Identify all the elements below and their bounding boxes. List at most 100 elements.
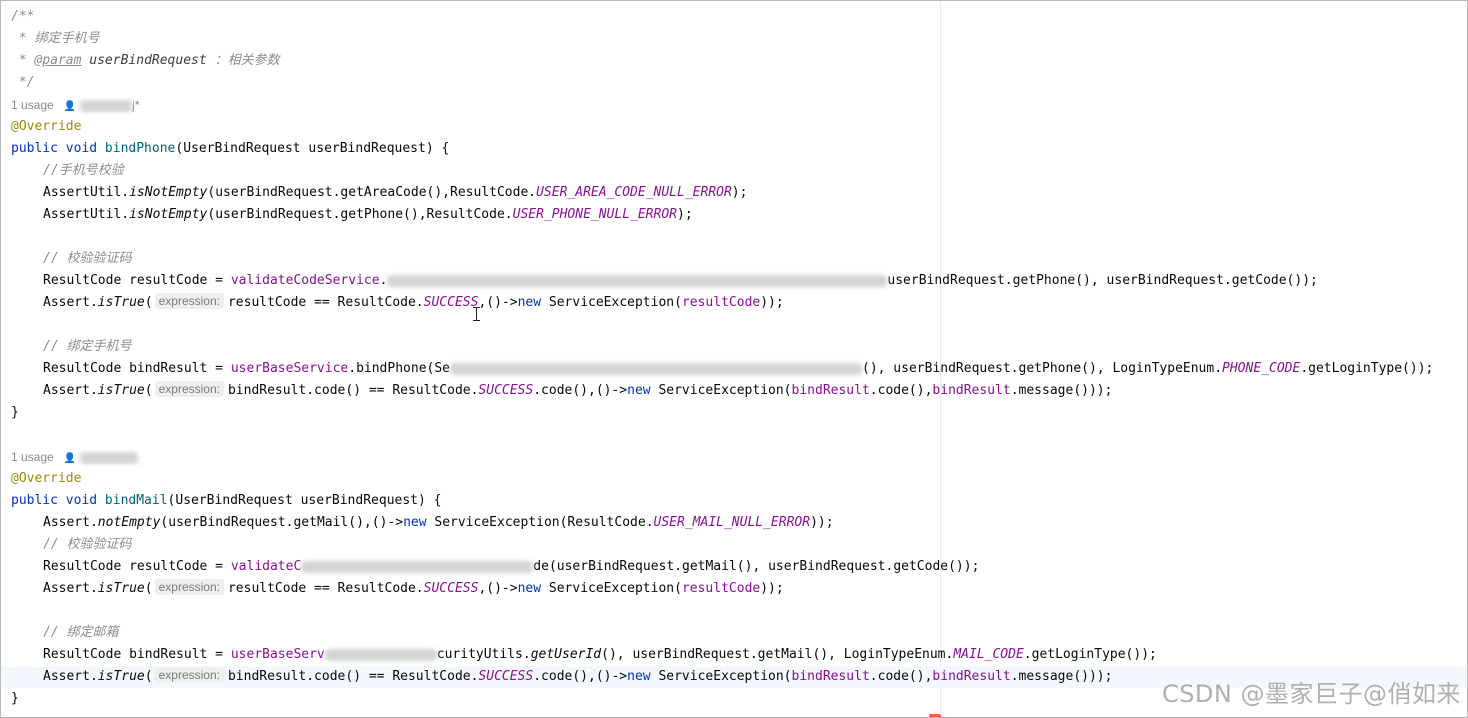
code-line: Assert.isTrue(expression: resultCode == R…	[1, 578, 1467, 600]
usage-count[interactable]: 1 usage	[11, 450, 54, 464]
code-token: (	[144, 669, 153, 684]
code-token: .code(),	[869, 383, 933, 398]
doc-param-desc: ：相关参数	[214, 53, 280, 68]
parameter-hint: expression:	[154, 381, 224, 397]
keyword: new	[517, 295, 542, 310]
keyword: public void	[11, 493, 105, 508]
constant: MAIL_CODE	[953, 647, 1024, 662]
code-line: //手机号校验	[1, 160, 1467, 182]
code-token: .message()));	[1010, 383, 1113, 398]
usage-hint-line[interactable]: 1 usage 👤 j*	[1, 94, 1467, 116]
code-token: ));	[760, 581, 784, 596]
code-line: ResultCode bindResult = userBaseService.…	[1, 358, 1467, 380]
code-token: .getLoginType());	[1300, 361, 1434, 376]
code-token: (	[144, 581, 153, 596]
code-line: }	[1, 402, 1467, 424]
parameter-hint: expression:	[154, 667, 224, 683]
line-comment: // 校验验证码	[43, 251, 132, 266]
code-token: ));	[760, 295, 784, 310]
doc-comment: *	[11, 53, 35, 68]
keyword: new	[403, 515, 427, 530]
variable-ref: resultCode	[681, 581, 761, 596]
signature-params: (UserBindRequest userBindRequest) {	[167, 493, 442, 508]
static-method: isTrue	[97, 581, 145, 596]
code-editor[interactable]: /** * 绑定手机号 * @param userBindRequest ：相关…	[0, 0, 1468, 718]
keyword: new	[627, 383, 651, 398]
static-method: isTrue	[97, 669, 145, 684]
code-line: Assert.notEmpty(userBindRequest.getMail(…	[1, 512, 1467, 534]
code-line: /**	[1, 6, 1467, 28]
code-line: public void bindPhone(UserBindRequest us…	[1, 138, 1467, 160]
static-method: notEmpty	[97, 515, 161, 530]
field-ref: userBaseServ	[230, 647, 325, 662]
doc-param-tag: @param	[34, 53, 82, 68]
code-lines: /** * 绑定手机号 * @param userBindRequest ：相关…	[1, 6, 1467, 710]
code-token: .getLoginType());	[1023, 647, 1157, 662]
code-line: Assert.isTrue(expression: resultCode == R…	[1, 292, 1467, 314]
code-line: AssertUtil.isNotEmpty(userBindRequest.ge…	[1, 182, 1467, 204]
code-line: @Override	[1, 116, 1467, 138]
redacted-code	[324, 648, 437, 661]
constant: USER_AREA_CODE_NULL_ERROR	[536, 185, 732, 200]
code-token: (), userBindRequest.getMail(), LoginType…	[601, 647, 954, 662]
constant: USER_MAIL_NULL_ERROR	[653, 515, 811, 530]
code-token: (	[144, 295, 153, 310]
code-token: );	[731, 185, 748, 200]
method-name[interactable]: bindMail	[105, 493, 168, 508]
line-comment: // 绑定邮箱	[43, 625, 119, 640]
code-token: Assert.	[43, 515, 98, 530]
code-line: public void bindMail(UserBindRequest use…	[1, 490, 1467, 512]
redacted-code	[387, 274, 888, 287]
variable-ref: resultCode	[681, 295, 761, 310]
code-token: (userBindRequest.getAreaCode(),ResultCod…	[207, 185, 537, 200]
parameter-hint: expression:	[154, 579, 224, 595]
usage-hint-line[interactable]: 1 usage 👤	[1, 446, 1467, 468]
constant: PHONE_CODE	[1222, 361, 1301, 376]
code-token: ,()->	[478, 581, 518, 596]
closing-brace: }	[11, 405, 19, 420]
variable-ref: bindResult	[932, 669, 1011, 684]
code-token: Assert.	[43, 581, 98, 596]
code-token: .message()));	[1010, 669, 1113, 684]
method-name[interactable]: bindPhone	[105, 141, 175, 156]
keyword: new	[517, 581, 542, 596]
code-line: // 校验验证码	[1, 248, 1467, 270]
code-line: // 校验验证码	[1, 534, 1467, 556]
code-line: // 绑定邮箱	[1, 622, 1467, 644]
code-token: ,()->	[478, 295, 518, 310]
code-token: de(userBindRequest.getMail(), userBindRe…	[533, 559, 980, 574]
doc-comment: * 绑定手机号	[11, 31, 100, 46]
code-token: (userBindRequest.getPhone(),ResultCode.	[207, 207, 513, 222]
field-ref: validateCodeService	[230, 273, 380, 288]
code-token: ServiceException(	[541, 295, 682, 310]
user-icon: 👤	[63, 453, 77, 464]
text-cursor-icon	[473, 307, 480, 321]
doc-comment: /**	[11, 9, 35, 24]
code-token: ResultCode resultCode =	[43, 559, 231, 574]
code-line: * @param userBindRequest ：相关参数	[1, 50, 1467, 72]
static-method: isNotEmpty	[129, 207, 208, 222]
constant: SUCCESS	[423, 295, 479, 310]
field-ref: validateC	[230, 559, 302, 574]
code-token: .code(),()->	[533, 669, 628, 684]
variable-ref: bindResult	[791, 383, 870, 398]
line-comment: // 绑定手机号	[43, 339, 132, 354]
usage-count[interactable]: 1 usage	[11, 98, 54, 112]
static-method: isTrue	[97, 383, 145, 398]
redacted-code	[450, 362, 862, 375]
code-token: .code(),	[869, 669, 933, 684]
code-token: userBindRequest.getPhone(), userBindRequ…	[887, 273, 1318, 288]
code-token: ResultCode bindResult =	[43, 361, 231, 376]
code-token: ResultCode resultCode =	[43, 273, 231, 288]
variable-ref: bindResult	[932, 383, 1011, 398]
doc-param-name: userBindRequest	[81, 53, 215, 68]
code-token: ResultCode bindResult =	[43, 647, 231, 662]
field-ref: userBaseService	[230, 361, 349, 376]
error-marker-icon	[929, 714, 941, 717]
code-line: ResultCode bindResult = userBaseServ curi…	[1, 644, 1467, 666]
code-token: Assert.	[43, 669, 98, 684]
line-comment: // 校验验证码	[43, 537, 132, 552]
